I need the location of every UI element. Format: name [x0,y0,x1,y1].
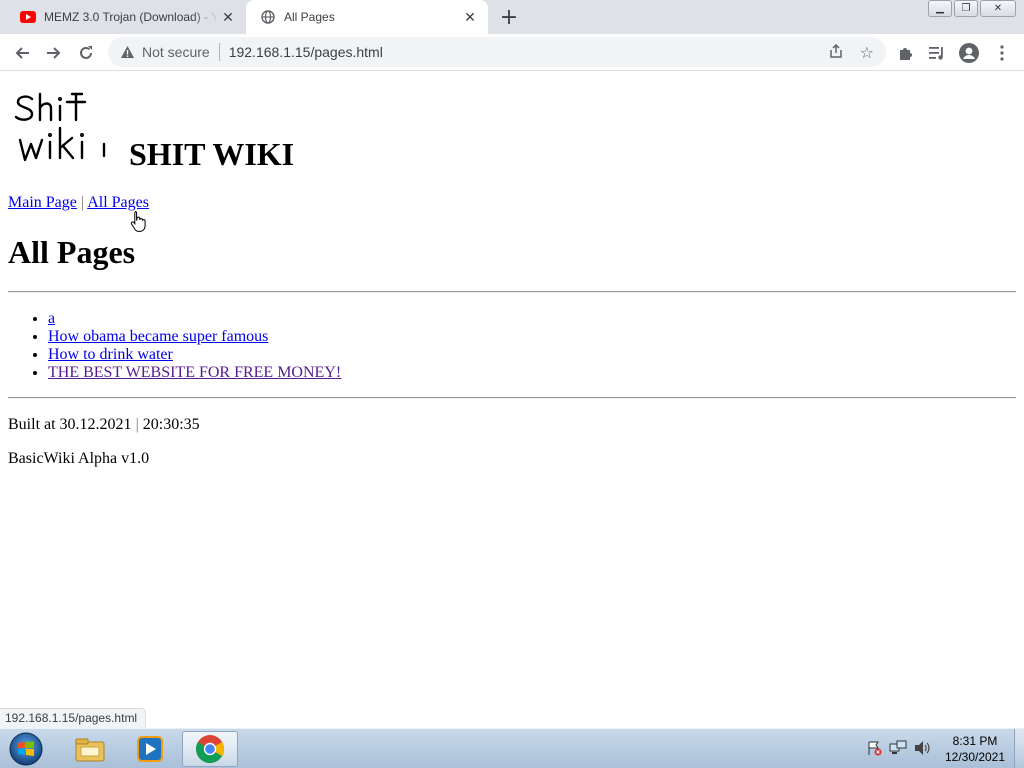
build-info: Built at 30.12.2021 | 20:30:35 [8,416,200,434]
site-nav: Main Page | All Pages [8,194,149,212]
chrome-icon[interactable] [182,731,238,767]
tab-title: All Pages [284,10,335,24]
nav-separator: | [80,194,85,211]
restore-button[interactable]: ❐ [954,0,978,17]
taskbar: 8:31 PM 12/30/2021 [0,728,1024,768]
web-page: SHIT WIKI Main Page | All Pages All Page… [0,72,1024,728]
build-separator: | [135,416,139,433]
back-arrow-icon[interactable] [8,39,36,67]
minimize-button[interactable]: ▁ [928,0,952,17]
list-item: How obama became super famous [48,328,341,346]
status-bubble: 192.168.1.15/pages.html [0,708,147,728]
browser-toolbar: Not secure 192.168.1.15/pages.html ☆ [0,34,1024,71]
divider [8,291,1016,293]
version-text: BasicWiki Alpha v1.0 [8,450,150,467]
share-icon[interactable] [828,43,844,62]
network-icon[interactable] [889,737,907,759]
menu-kebab-icon[interactable] [991,42,1013,64]
youtube-icon [20,9,36,25]
page-link[interactable]: a [48,310,55,327]
url-text[interactable]: 192.168.1.15/pages.html [229,44,383,60]
show-desktop-button[interactable] [1014,729,1024,768]
close-tab-icon[interactable]: ✕ [218,7,238,27]
tab-youtube[interactable]: MEMZ 3.0 Trojan (Download) - YouTube ✕ [8,0,246,34]
tab-all-pages[interactable]: All Pages ✕ [246,0,488,34]
list-item: a [48,310,341,328]
extensions-puzzle-icon[interactable] [895,42,917,64]
page-link[interactable]: How to drink water [48,346,173,363]
main-page-link[interactable]: Main Page [8,194,77,211]
close-window-button[interactable]: ✕ [980,0,1016,17]
clock-time: 8:31 PM [952,734,998,748]
media-queue-icon[interactable] [926,42,948,64]
divider [218,43,220,61]
media-player-icon[interactable] [122,731,178,767]
windows-explorer-icon[interactable] [62,731,118,767]
divider [8,397,1016,399]
list-item: How to drink water [48,346,341,364]
reload-icon[interactable] [72,39,100,67]
forward-arrow-icon[interactable] [40,39,68,67]
page-link[interactable]: THE BEST WEBSITE FOR FREE MONEY! [48,364,341,381]
tab-title: MEMZ 3.0 Trojan (Download) - YouTube [44,10,218,24]
new-tab-button[interactable]: + [496,4,522,30]
page-link[interactable]: How obama became super famous [48,328,268,345]
volume-icon[interactable] [913,737,931,759]
all-pages-link[interactable]: All Pages [87,194,149,211]
site-title: SHIT WIKI [129,136,295,172]
build-time: 20:30:35 [142,416,200,433]
page-heading: All Pages [8,234,136,270]
close-tab-icon[interactable]: ✕ [460,7,480,27]
globe-icon [260,9,276,25]
hand-cursor-icon [130,210,148,237]
address-bar[interactable]: Not secure 192.168.1.15/pages.html ☆ [108,37,886,67]
pages-list: a How obama became super famous How to d… [48,310,341,382]
tab-strip: MEMZ 3.0 Trojan (Download) - YouTube ✕ A… [0,0,1024,34]
bookmark-star-icon[interactable]: ☆ [860,43,874,62]
security-status[interactable]: Not secure [142,44,210,60]
build-date: Built at 30.12.2021 [8,416,132,433]
system-clock[interactable]: 8:31 PM 12/30/2021 [940,733,1010,765]
warning-icon[interactable] [118,45,136,59]
action-center-flag-icon[interactable] [865,737,883,759]
profile-avatar-icon[interactable] [958,42,980,64]
list-item: THE BEST WEBSITE FOR FREE MONEY! [48,364,341,382]
clock-date: 12/30/2021 [944,750,1006,764]
site-logo [12,82,112,162]
start-button[interactable] [6,730,46,768]
